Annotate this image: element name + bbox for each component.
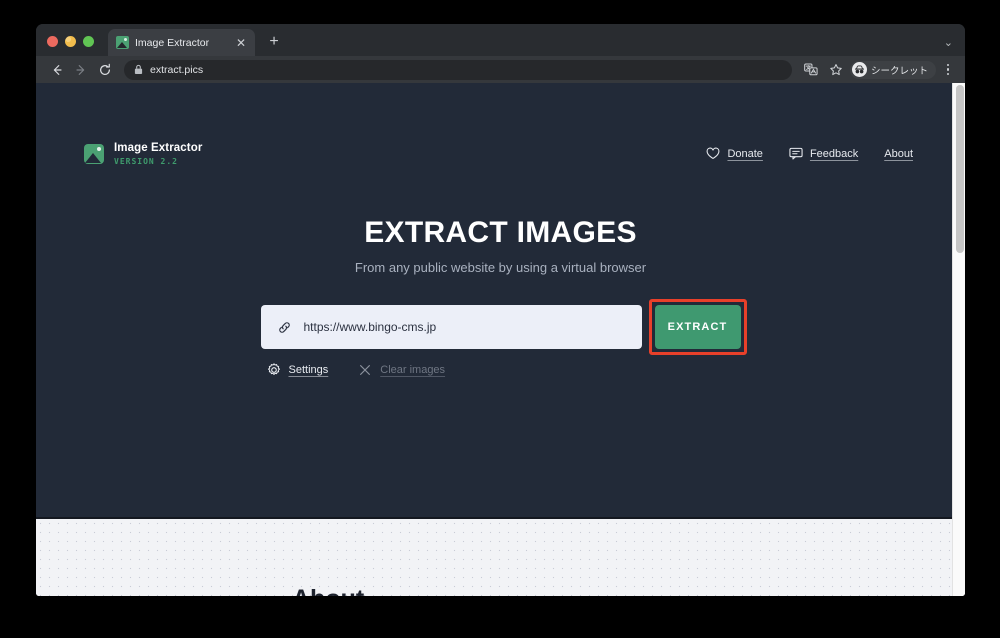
image-mountain-favicon [116,36,129,49]
scrollbar-thumb[interactable] [956,85,964,253]
gear-icon [267,363,281,377]
hero-section: Image Extractor VERSION 2.2 Donate Feedb… [36,83,965,519]
window-traffic-lights [36,36,94,56]
brand-version: VERSION 2.2 [114,157,178,167]
browser-window: Image Extractor ✕ + ⌄ extract.pics シークレッ… [36,24,965,596]
heart-icon [706,147,720,160]
settings-button[interactable]: Settings [267,363,329,377]
page-title: EXTRACT IMAGES [364,216,637,250]
browser-tab[interactable]: Image Extractor ✕ [108,29,255,56]
secondary-actions: Settings Clear images [261,363,741,377]
nav-link-feedback[interactable]: Feedback [789,147,858,160]
address-bar[interactable]: extract.pics [124,59,792,80]
nav-link-donate[interactable]: Donate [706,147,763,160]
nav-link-about[interactable]: About [884,148,913,160]
tab-strip: Image Extractor ✕ + ⌄ [36,24,965,56]
chevron-down-icon[interactable]: ⌄ [944,38,953,49]
site-nav: Donate Feedback About [706,147,913,160]
page-scrollbar[interactable] [952,83,965,596]
kebab-menu-icon[interactable] [939,60,957,80]
extract-button-wrap: EXTRACT [648,299,747,356]
new-tab-button[interactable]: + [263,31,285,53]
page-subtitle: From any public website by using a virtu… [354,260,647,276]
close-window-button[interactable] [47,36,58,47]
image-extractor-logo-icon [84,143,104,164]
extract-button[interactable]: EXTRACT [654,305,741,350]
page-viewport: Image Extractor VERSION 2.2 Donate Feedb… [36,83,965,596]
hero-body: EXTRACT IMAGES From any public website b… [36,216,965,377]
site-header: Image Extractor VERSION 2.2 Donate Feedb… [36,83,965,166]
link-icon [277,320,292,335]
browser-toolbar: extract.pics シークレット [36,56,965,83]
back-button[interactable] [46,59,68,81]
close-x-icon [358,363,372,377]
forward-button[interactable] [70,59,92,81]
nav-link-label: Donate [727,147,763,160]
clear-images-button[interactable]: Clear images [358,363,445,377]
incognito-icon [851,62,867,77]
toolbar-right-actions: シークレット [800,59,957,81]
translate-icon[interactable] [800,59,822,81]
url-input[interactable]: https://www.bingo-cms.jp [260,305,642,350]
about-section: About What is extract.pics? [36,519,965,596]
extract-form: https://www.bingo-cms.jp EXTRACT [260,299,747,356]
incognito-indicator[interactable]: シークレット [849,60,936,79]
star-icon[interactable] [825,59,847,81]
clear-images-label: Clear images [380,364,446,377]
nav-link-label: Feedback [809,147,859,160]
minimize-window-button[interactable] [65,36,76,47]
chat-bubble-icon [789,147,803,160]
brand[interactable]: Image Extractor VERSION 2.2 [84,141,202,166]
maximize-window-button[interactable] [83,36,94,47]
reload-button[interactable] [94,59,116,81]
address-bar-url: extract.pics [150,63,204,76]
incognito-label: シークレット [870,65,928,77]
close-icon[interactable]: ✕ [234,36,248,50]
brand-name: Image Extractor [114,142,203,154]
url-input-value: https://www.bingo-cms.jp [303,320,437,335]
settings-label: Settings [288,364,329,377]
lock-icon [134,64,143,75]
about-title: About [292,585,965,596]
nav-link-label: About [884,147,913,160]
tab-strip-right: ⌄ [944,38,965,56]
tab-title: Image Extractor [135,36,210,49]
